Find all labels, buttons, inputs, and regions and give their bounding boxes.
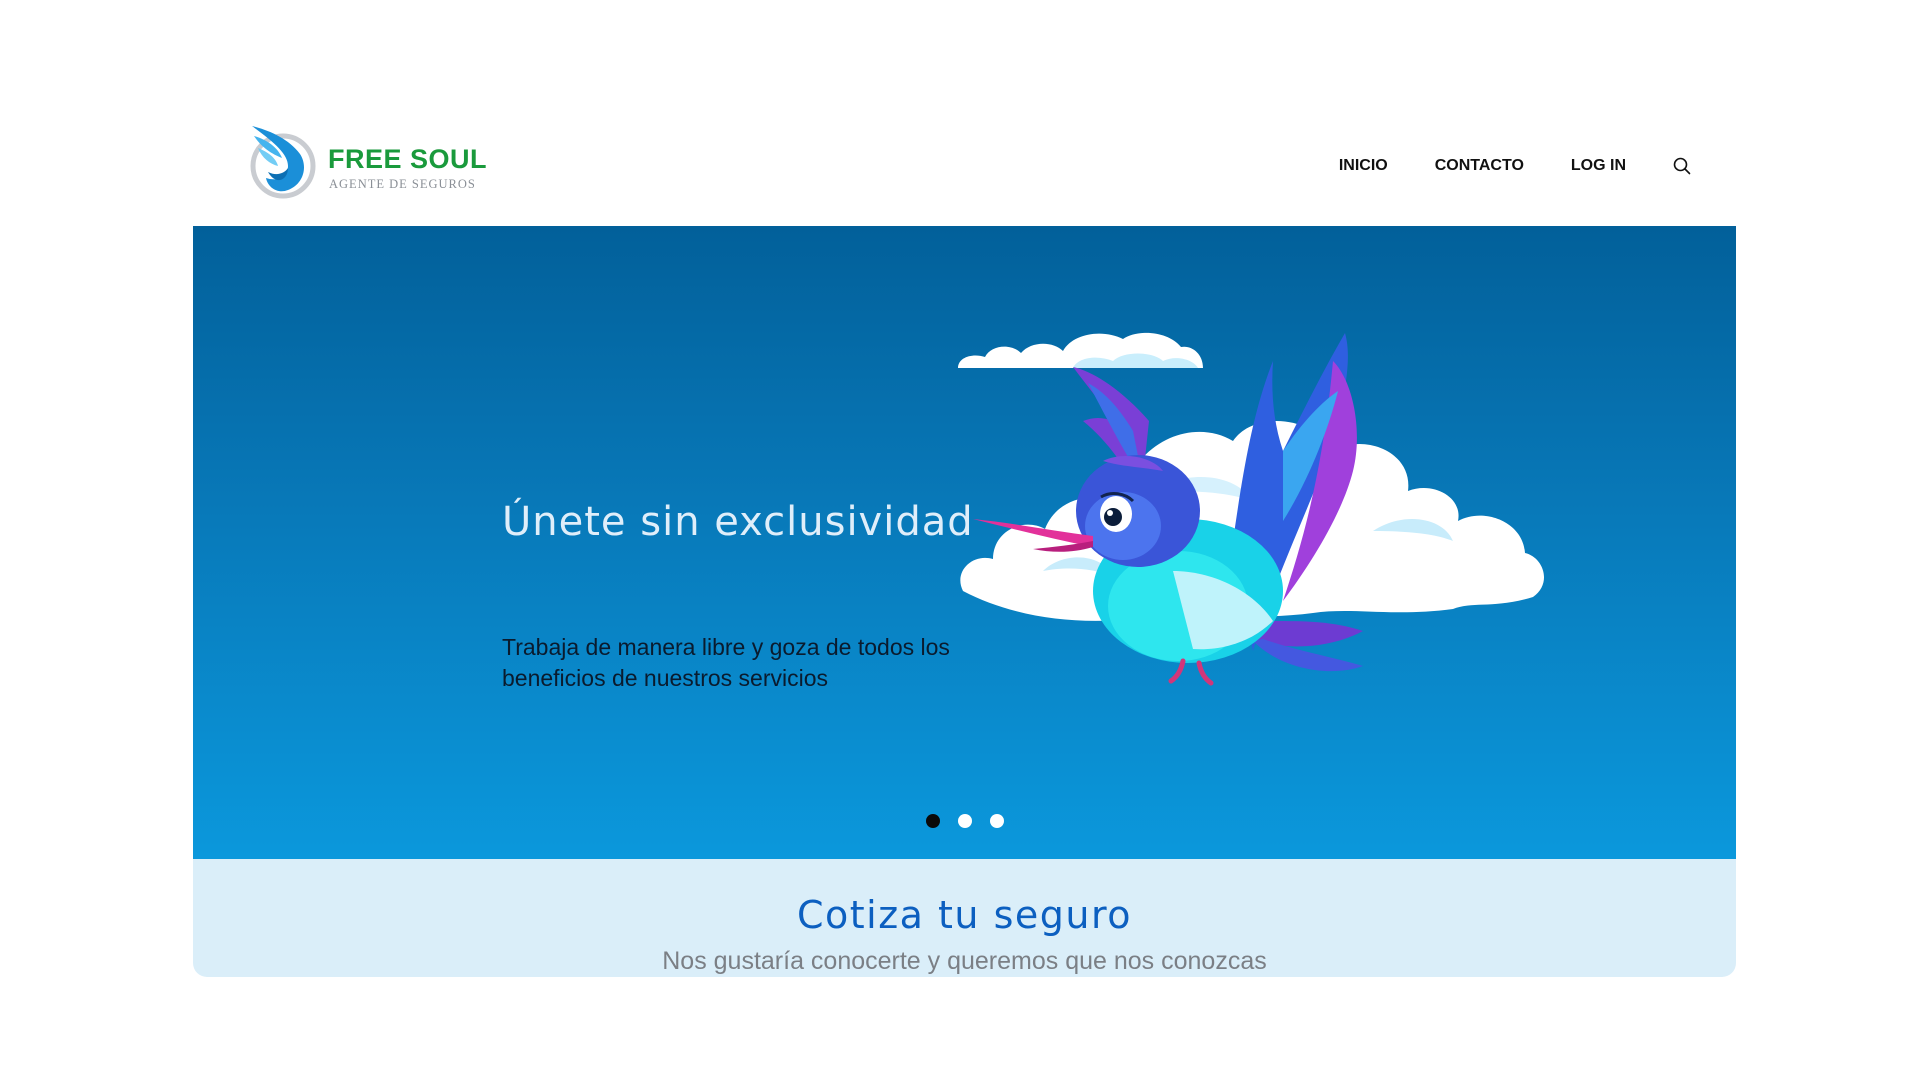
nav-login[interactable]: LOG IN — [1571, 157, 1626, 175]
slider-dot-3[interactable] — [989, 814, 1004, 828]
hero-slider: Únete sin exclusividad Trabaja de manera… — [193, 226, 1736, 859]
slider-dot-1[interactable] — [925, 814, 940, 828]
quote-section: Cotiza tu seguro Nos gustaría conocerte … — [193, 859, 1736, 977]
slider-dots — [193, 814, 1736, 828]
hero-title: Únete sin exclusividad — [502, 499, 974, 545]
nav-contacto[interactable]: CONTACTO — [1435, 157, 1524, 175]
hero-description: Trabaja de manera libre y goza de todos … — [502, 634, 950, 691]
wing-logo-icon — [250, 126, 316, 199]
nav-inicio[interactable]: INICIO — [1339, 157, 1388, 175]
slider-dot-2[interactable] — [957, 814, 972, 828]
cloud-top-icon — [958, 332, 1203, 368]
main-nav: INICIO CONTACTO LOG IN — [1339, 156, 1692, 176]
brand-name: FREE SOUL — [328, 144, 488, 174]
quote-subtitle: Nos gustaría conocerte y queremos que no… — [662, 947, 1267, 975]
quote-title: Cotiza tu seguro — [796, 893, 1133, 937]
brand-logo[interactable]: FREE SOUL AGENTE DE SEGUROS — [248, 124, 488, 204]
search-button[interactable] — [1672, 156, 1692, 176]
hummingbird-illustration — [958, 332, 1545, 686]
brand-tagline: AGENTE DE SEGUROS — [329, 177, 476, 191]
search-icon — [1673, 157, 1691, 175]
site-header: FREE SOUL AGENTE DE SEGUROS INICIO CONTA… — [193, 100, 1736, 226]
